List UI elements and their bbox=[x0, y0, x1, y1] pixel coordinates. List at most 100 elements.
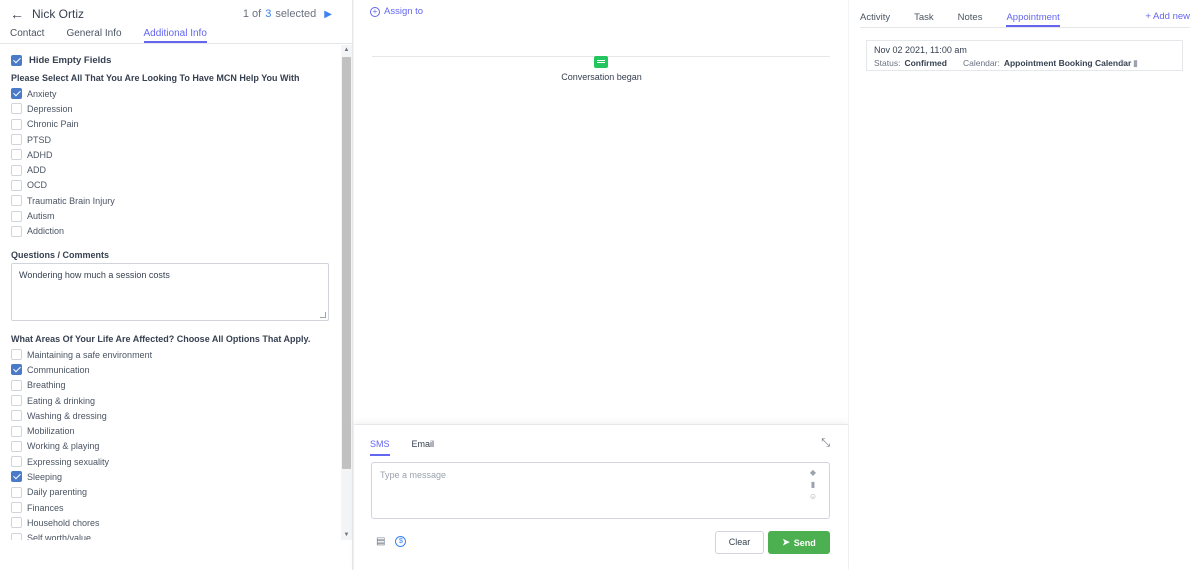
scroll-up-icon[interactable]: ▲ bbox=[341, 45, 352, 55]
option-label: Mobilization bbox=[27, 426, 75, 437]
tab-activity[interactable]: Activity bbox=[860, 12, 890, 27]
questions-textarea[interactable]: Wondering how much a session costs bbox=[11, 262, 329, 321]
arrow-left-icon[interactable]: ← bbox=[10, 6, 24, 22]
tag-icon[interactable]: ◆ bbox=[810, 468, 816, 477]
document-icon[interactable]: ▤ bbox=[376, 536, 385, 547]
clear-button[interactable]: Clear bbox=[715, 531, 764, 554]
option-checkbox[interactable] bbox=[11, 532, 22, 540]
option-row[interactable]: ADD bbox=[11, 162, 330, 177]
hide-empty-fields-toggle[interactable]: Hide Empty Fields bbox=[11, 53, 330, 67]
option-checkbox[interactable] bbox=[11, 164, 22, 176]
option-row[interactable]: Maintaining a safe environment bbox=[11, 347, 330, 362]
option-checkbox[interactable] bbox=[11, 425, 22, 437]
resize-grip-icon[interactable] bbox=[320, 311, 326, 318]
activity-panel: Activity Task Notes Appointment + Add ne… bbox=[849, 0, 1200, 570]
contact-header: ← Nick Ortiz 1 of 3 selected ▶ bbox=[0, 0, 352, 28]
option-label: Self worth/value bbox=[27, 533, 92, 540]
option-label: Maintaining a safe environment bbox=[27, 349, 153, 360]
option-row[interactable]: Breathing bbox=[11, 378, 330, 393]
message-input[interactable]: Type a message ◆ ▮ ☺ bbox=[371, 462, 830, 519]
option-checkbox[interactable] bbox=[11, 179, 22, 191]
option-checkbox[interactable] bbox=[11, 395, 22, 406]
pager-total[interactable]: 3 bbox=[265, 8, 271, 20]
trash-icon[interactable]: ▮ bbox=[811, 480, 815, 489]
edit-icon[interactable]: ✎ bbox=[1120, 58, 1128, 69]
option-label: Traumatic Brain Injury bbox=[27, 195, 115, 206]
option-label: Household chores bbox=[27, 517, 100, 528]
appointment-actions: ✎ ▮ bbox=[1120, 58, 1139, 69]
plus-circle-icon: + bbox=[370, 6, 380, 17]
option-row[interactable]: Mobilization bbox=[11, 423, 330, 438]
send-button[interactable]: ➤ Send bbox=[768, 531, 830, 554]
option-checkbox[interactable] bbox=[11, 134, 22, 146]
option-row[interactable]: Autism bbox=[11, 208, 330, 223]
option-checkbox[interactable] bbox=[11, 440, 22, 452]
option-checkbox[interactable] bbox=[11, 502, 22, 514]
option-row[interactable]: Addiction bbox=[11, 224, 330, 239]
left-scrollbar[interactable]: ▲ ▼ bbox=[341, 45, 352, 540]
emoji-icon[interactable]: ☺ bbox=[809, 492, 817, 501]
option-checkbox[interactable] bbox=[11, 517, 22, 529]
option-row[interactable]: Daily parenting bbox=[11, 485, 330, 500]
tab-email[interactable]: Email bbox=[412, 439, 435, 456]
option-label: Sleeping bbox=[27, 471, 63, 482]
caret-right-icon[interactable]: ▶ bbox=[324, 9, 332, 20]
option-row[interactable]: Finances bbox=[11, 500, 330, 515]
option-row[interactable]: OCD bbox=[11, 178, 330, 193]
selection-pager: 1 of 3 selected ▶ bbox=[243, 8, 332, 20]
option-row[interactable]: Chronic Pain bbox=[11, 117, 330, 132]
tab-task[interactable]: Task bbox=[914, 12, 934, 27]
collapse-icon[interactable]: ⤡ bbox=[821, 437, 830, 450]
hide-empty-checkbox[interactable] bbox=[11, 54, 22, 66]
delete-icon[interactable]: ▮ bbox=[1133, 58, 1138, 69]
option-row[interactable]: Depression bbox=[11, 101, 330, 116]
option-row[interactable]: Washing & dressing bbox=[11, 408, 330, 423]
option-checkbox[interactable] bbox=[11, 149, 22, 161]
questions-value: Wondering how much a session costs bbox=[19, 269, 170, 280]
tab-general-info[interactable]: General Info bbox=[66, 28, 121, 43]
option-checkbox[interactable] bbox=[11, 195, 22, 207]
option-row[interactable]: Traumatic Brain Injury bbox=[11, 193, 330, 208]
option-row[interactable]: PTSD bbox=[11, 132, 330, 147]
option-checkbox[interactable] bbox=[11, 410, 22, 422]
option-row[interactable]: Communication bbox=[11, 362, 330, 377]
option-label: ADHD bbox=[27, 149, 53, 160]
option-row[interactable]: Expressing sexuality bbox=[11, 454, 330, 469]
option-checkbox[interactable] bbox=[11, 349, 22, 361]
scroll-down-icon[interactable]: ▼ bbox=[341, 530, 352, 540]
option-checkbox[interactable] bbox=[11, 471, 22, 483]
option-row[interactable]: Sleeping bbox=[11, 469, 330, 484]
chat-bubble-icon bbox=[594, 56, 608, 68]
composer-footer-icons: ▤ $ bbox=[376, 536, 407, 547]
option-label: Daily parenting bbox=[27, 487, 88, 498]
option-checkbox[interactable] bbox=[11, 379, 22, 391]
option-checkbox[interactable] bbox=[11, 118, 22, 130]
option-checkbox[interactable] bbox=[11, 456, 22, 468]
section-areas-title: What Areas Of Your Life Are Affected? Ch… bbox=[11, 333, 311, 344]
option-row[interactable]: Anxiety bbox=[11, 86, 330, 101]
payment-icon[interactable]: $ bbox=[395, 536, 407, 547]
option-row[interactable]: Self worth/value bbox=[11, 531, 330, 540]
option-checkbox[interactable] bbox=[11, 88, 22, 100]
assign-to-button[interactable]: + Assign to bbox=[370, 6, 423, 17]
tab-sms[interactable]: SMS bbox=[370, 439, 390, 456]
scrollbar-thumb[interactable] bbox=[342, 57, 351, 469]
tab-notes[interactable]: Notes bbox=[958, 12, 983, 27]
option-row[interactable]: Eating & drinking bbox=[11, 393, 330, 408]
option-checkbox[interactable] bbox=[11, 364, 22, 376]
option-checkbox[interactable] bbox=[11, 486, 22, 498]
tab-contact[interactable]: Contact bbox=[10, 28, 44, 43]
option-row[interactable]: Working & playing bbox=[11, 439, 330, 454]
option-label: Expressing sexuality bbox=[27, 456, 110, 467]
option-row[interactable]: ADHD bbox=[11, 147, 330, 162]
option-row[interactable]: Household chores bbox=[11, 515, 330, 530]
tab-additional-info[interactable]: Additional Info bbox=[143, 28, 207, 43]
option-label: Eating & drinking bbox=[27, 395, 96, 406]
tab-appointment[interactable]: Appointment bbox=[1006, 12, 1060, 27]
add-new-button[interactable]: + Add new bbox=[1145, 11, 1190, 22]
pager-selected: selected bbox=[275, 8, 317, 20]
appointment-card[interactable]: Nov 02 2021, 11:00 am Status: Confirmed … bbox=[866, 40, 1183, 71]
option-checkbox[interactable] bbox=[11, 225, 22, 237]
option-checkbox[interactable] bbox=[11, 103, 22, 115]
option-checkbox[interactable] bbox=[11, 210, 22, 222]
